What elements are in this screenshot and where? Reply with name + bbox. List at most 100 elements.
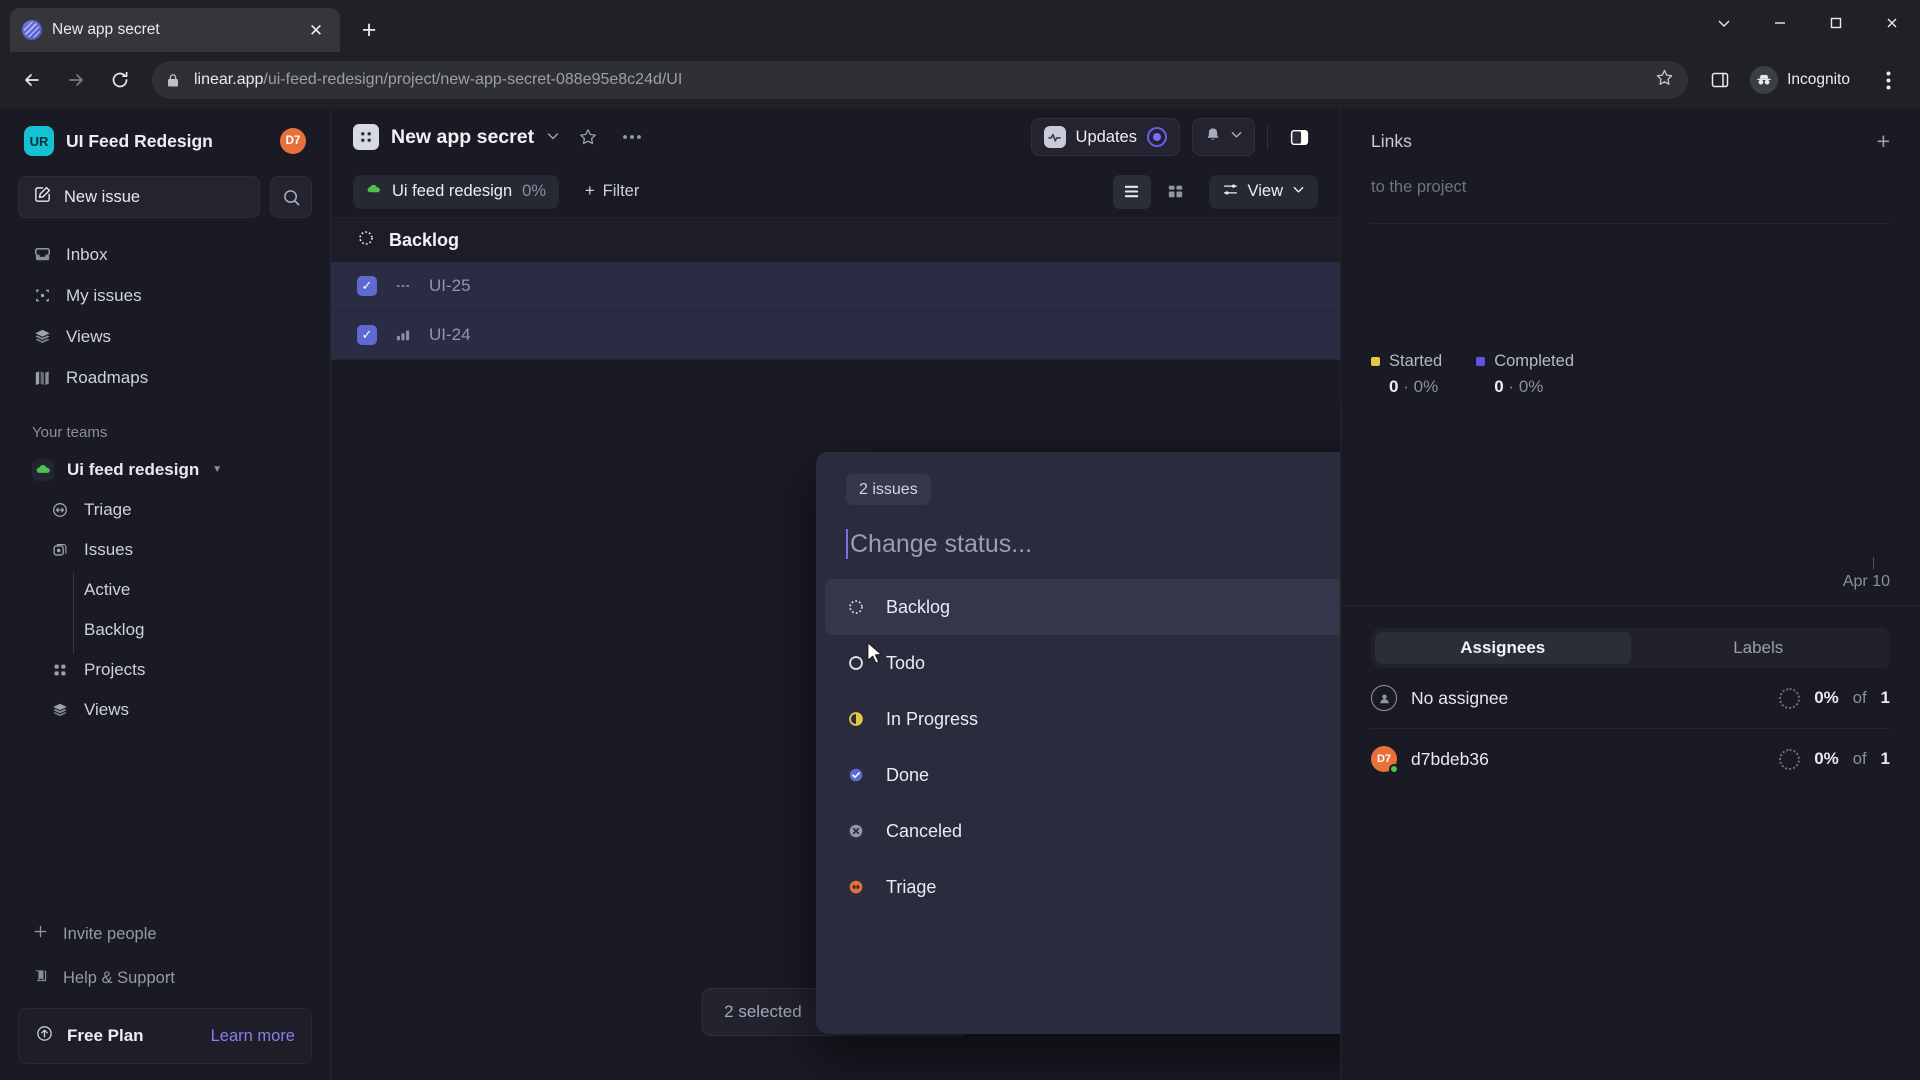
tab-labels[interactable]: Labels xyxy=(1631,632,1887,664)
workspace-switcher[interactable]: UR UI Feed Redesign D7 xyxy=(18,118,312,164)
list-item[interactable]: D7 d7bdeb36 0% of 1 xyxy=(1341,729,1920,789)
team-filter-pill[interactable]: Ui feed redesign 0% xyxy=(353,174,560,209)
star-icon[interactable] xyxy=(572,121,604,153)
project-grid-icon xyxy=(353,124,379,150)
plus-icon xyxy=(32,923,49,945)
view-label: View xyxy=(1247,182,1283,200)
triage-circle-icon xyxy=(846,877,866,897)
chevron-down-icon[interactable] xyxy=(546,129,560,146)
sidebar-item-projects[interactable]: Projects xyxy=(18,650,312,690)
sidebar-item-inbox[interactable]: Inbox xyxy=(18,234,312,275)
browser-tab[interactable]: New app secret ✕ xyxy=(10,8,340,52)
window-close-icon[interactable] xyxy=(1864,0,1920,46)
new-tab-button[interactable]: + xyxy=(352,13,386,47)
page-title: New app secret xyxy=(391,125,535,148)
status-option-canceled[interactable]: Canceled Ctrl Alt ⇧ 5 xyxy=(825,803,1340,859)
legend-swatch xyxy=(1476,357,1486,366)
modal-chip-row: 2 issues xyxy=(816,452,1340,505)
add-link-button[interactable]: + xyxy=(1877,128,1890,155)
status-option-label: Done xyxy=(886,764,930,785)
links-header: Links + xyxy=(1371,126,1890,156)
project-header: New app secret Updates xyxy=(331,108,1340,166)
assignee-progress: 0% xyxy=(1814,688,1839,707)
links-empty-text: to the project xyxy=(1371,178,1467,196)
tab-assignees[interactable]: Assignees xyxy=(1375,632,1631,664)
close-icon[interactable]: ✕ xyxy=(304,18,328,42)
new-issue-button[interactable]: New issue xyxy=(18,176,260,218)
status-badge: 2 issues xyxy=(846,474,931,505)
activity-icon xyxy=(1043,126,1066,148)
chart-date-tick: Apr 10 xyxy=(1341,557,1920,591)
plan-name: Free Plan xyxy=(67,1026,144,1045)
more-horizontal-icon[interactable] xyxy=(616,121,648,153)
status-option-triage[interactable]: Triage Ctrl Alt ⇧ 6 xyxy=(825,859,1340,915)
table-row[interactable]: ✓ UI-24 xyxy=(331,311,1340,360)
issues-icon xyxy=(50,541,70,559)
add-filter-button[interactable]: + Filter xyxy=(573,175,651,209)
links-section: Links + to the project xyxy=(1341,108,1920,224)
team-switcher[interactable]: Ui feed redesign ▼ xyxy=(18,449,312,490)
browser-menu-icon[interactable] xyxy=(1868,60,1908,100)
status-option-backlog[interactable]: Backlog ✓ xyxy=(825,579,1340,635)
side-panel-toggle[interactable] xyxy=(1280,118,1318,156)
help-support-button[interactable]: Help & Support xyxy=(18,956,312,1000)
view-options-button[interactable]: View xyxy=(1208,174,1318,209)
lock-icon xyxy=(166,72,182,88)
sidebar-item-team-views[interactable]: Views xyxy=(18,690,312,730)
sidebar-footer: Invite people Help & Support Free Plan L… xyxy=(18,912,312,1080)
chevron-down-icon[interactable] xyxy=(1696,0,1752,46)
sidebar-item-active[interactable]: Active xyxy=(18,570,312,610)
profile-incognito-button[interactable]: Incognito xyxy=(1744,61,1864,99)
list-view-icon[interactable] xyxy=(1112,174,1151,209)
triage-icon xyxy=(50,501,70,519)
plan-card[interactable]: Free Plan Learn more xyxy=(18,1008,312,1064)
online-status-dot xyxy=(1389,764,1399,774)
assignee-total: 1 xyxy=(1880,749,1890,768)
status-option-in-progress[interactable]: In Progress Ctrl Alt ⇧ 3 xyxy=(825,691,1340,747)
chevron-down-icon: ▼ xyxy=(212,464,223,475)
table-row[interactable]: ✓ UI-25 xyxy=(331,262,1340,311)
team-nav: Triage Issues Active Backlog Projects Vi… xyxy=(18,490,312,730)
sidebar-item-views[interactable]: Views xyxy=(18,316,312,357)
team-logo-icon xyxy=(32,458,54,481)
sidebar-item-issues[interactable]: Issues xyxy=(18,530,312,570)
url-bar[interactable]: linear.app/ui-feed-redesign/project/new-… xyxy=(152,61,1689,99)
row-checkbox[interactable]: ✓ xyxy=(357,276,377,296)
sliders-icon xyxy=(1222,181,1239,203)
notifications-button[interactable] xyxy=(1192,118,1255,156)
linear-app: UR UI Feed Redesign D7 New issue Inbox M… xyxy=(0,108,1920,1080)
updates-button[interactable]: Updates xyxy=(1030,118,1180,156)
team-name: Ui feed redesign xyxy=(67,459,200,479)
side-panel-icon[interactable] xyxy=(1700,60,1740,100)
sidebar-item-triage[interactable]: Triage xyxy=(18,490,312,530)
back-button[interactable] xyxy=(12,60,52,100)
sidebar-item-backlog[interactable]: Backlog xyxy=(18,610,312,650)
avatar[interactable]: D7 xyxy=(280,128,306,154)
my-issues-icon xyxy=(32,286,52,305)
legend-label: Completed xyxy=(1494,352,1574,370)
board-view-icon[interactable] xyxy=(1157,175,1195,209)
status-option-todo[interactable]: Todo Ctrl Alt ⇧ 2 xyxy=(825,635,1340,691)
list-toolbar: Ui feed redesign 0% + Filter View xyxy=(331,166,1340,218)
sidebar-item-roadmaps[interactable]: Roadmaps xyxy=(18,357,312,398)
list-item[interactable]: No assignee 0% of 1 xyxy=(1341,668,1920,728)
forward-button[interactable] xyxy=(56,60,96,100)
reload-button[interactable] xyxy=(100,60,140,100)
bookmark-star-icon[interactable] xyxy=(1655,68,1674,92)
status-search-field[interactable]: Change status... xyxy=(816,505,1340,569)
sidebar-item-my-issues[interactable]: My issues xyxy=(18,275,312,316)
learn-more-link[interactable]: Learn more xyxy=(211,1027,295,1046)
status-option-done[interactable]: Done Ctrl Alt ⇧ 4 xyxy=(825,747,1340,803)
no-priority-icon[interactable] xyxy=(393,277,413,295)
compose-icon xyxy=(33,185,52,209)
row-checkbox[interactable]: ✓ xyxy=(357,325,377,345)
search-icon[interactable] xyxy=(270,176,312,218)
team-filter-progress: 0% xyxy=(522,182,547,200)
invite-people-button[interactable]: Invite people xyxy=(18,912,312,956)
assignee-name: d7bdeb36 xyxy=(1411,748,1489,769)
maximize-icon[interactable] xyxy=(1808,0,1864,46)
linear-favicon-icon xyxy=(22,20,42,40)
minimize-icon[interactable] xyxy=(1752,0,1808,46)
priority-bars-icon[interactable] xyxy=(393,326,413,344)
main-content: New app secret Updates Ui feed redesign … xyxy=(330,108,1340,1080)
